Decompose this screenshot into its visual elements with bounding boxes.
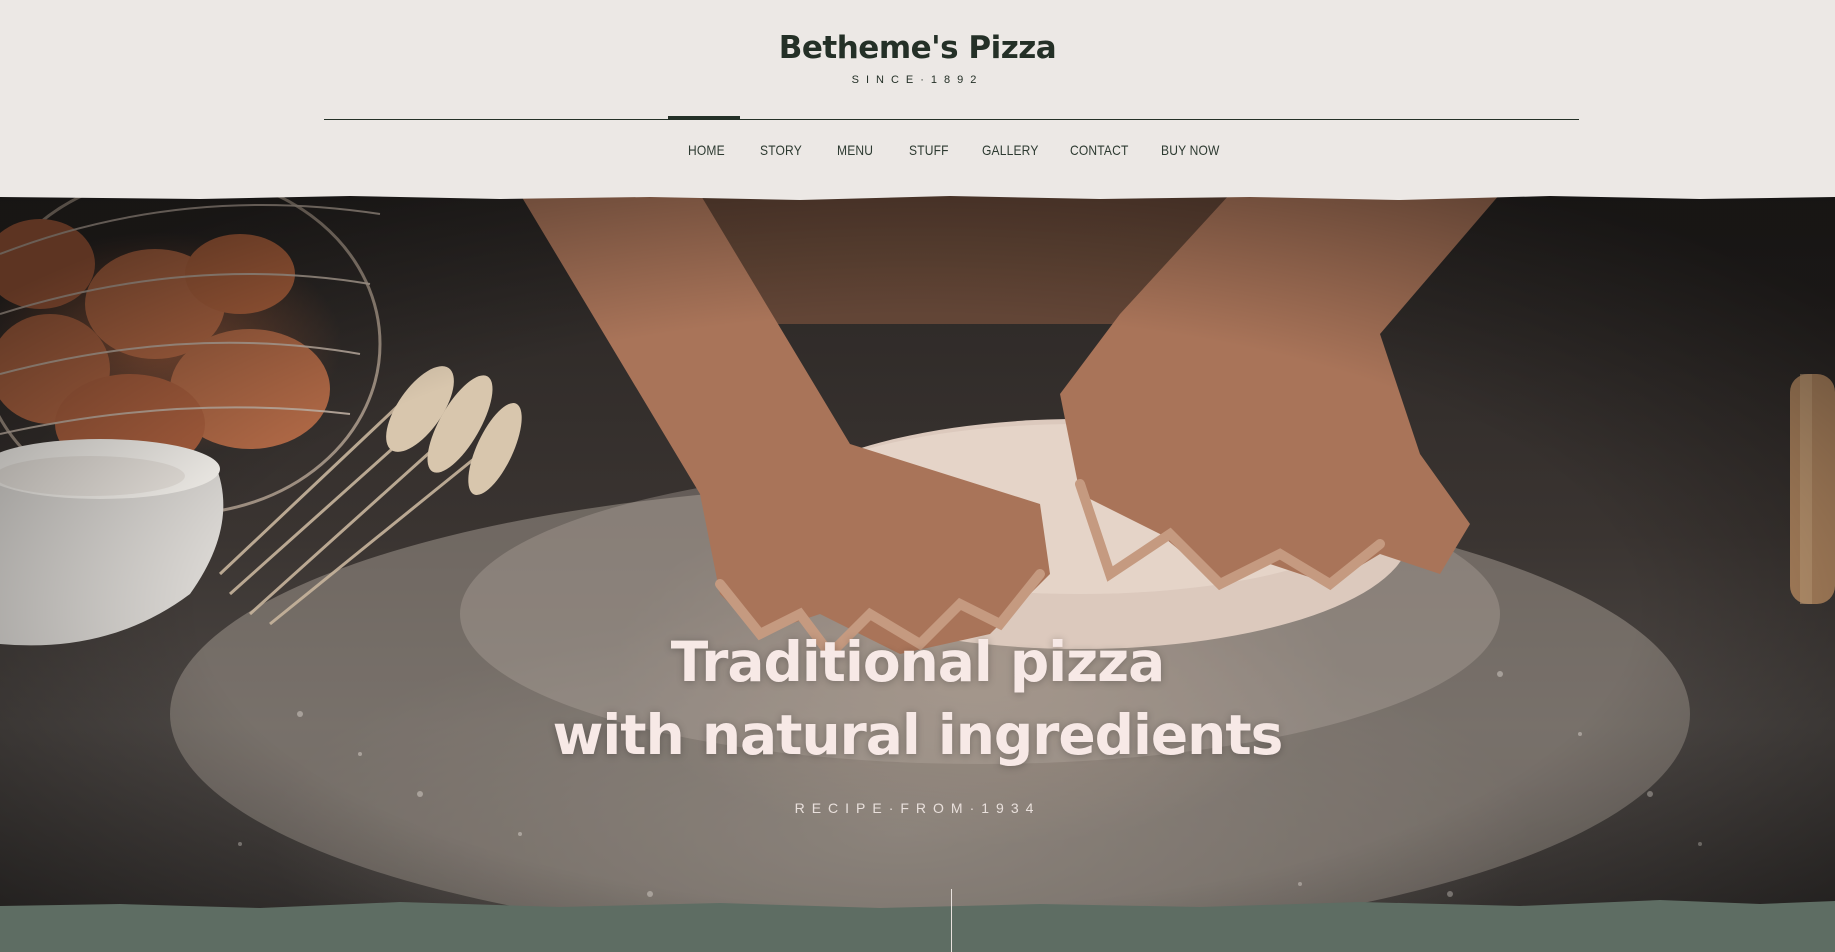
nav-item-buy-now[interactable]: BUY NOW bbox=[1161, 142, 1220, 158]
nav-item-stuff[interactable]: STUFF bbox=[909, 142, 949, 158]
main-nav: HOME STORY MENU STUFF GALLERY CONTACT BU… bbox=[0, 142, 1835, 166]
hero-section: Traditional pizza with natural ingredien… bbox=[0, 194, 1835, 952]
site-header: Betheme's Pizza SINCE·1892 HOME STORY ME… bbox=[0, 0, 1835, 196]
hero-subtitle: RECIPE·FROM·1934 bbox=[794, 800, 1041, 816]
site-logo-title[interactable]: Betheme's Pizza bbox=[0, 30, 1835, 66]
hero-title-line-2: with natural ingredients bbox=[552, 703, 1284, 767]
site-tagline: SINCE·1892 bbox=[851, 74, 984, 86]
nav-item-gallery[interactable]: GALLERY bbox=[982, 142, 1039, 158]
torn-paper-edge bbox=[0, 194, 1835, 200]
hero-title-line-1: Traditional pizza bbox=[670, 630, 1166, 694]
scroll-down-indicator[interactable] bbox=[951, 889, 952, 952]
nav-item-home[interactable]: HOME bbox=[688, 142, 725, 158]
torn-strip-edge bbox=[0, 900, 1835, 912]
section-divider-strip bbox=[0, 900, 1835, 952]
nav-item-menu[interactable]: MENU bbox=[837, 142, 873, 158]
nav-divider bbox=[324, 119, 1579, 120]
hands-kneading-dough-photo bbox=[0, 194, 1835, 952]
nav-active-indicator bbox=[668, 116, 740, 120]
nav-item-contact[interactable]: CONTACT bbox=[1070, 142, 1129, 158]
nav-item-story[interactable]: STORY bbox=[760, 142, 802, 158]
